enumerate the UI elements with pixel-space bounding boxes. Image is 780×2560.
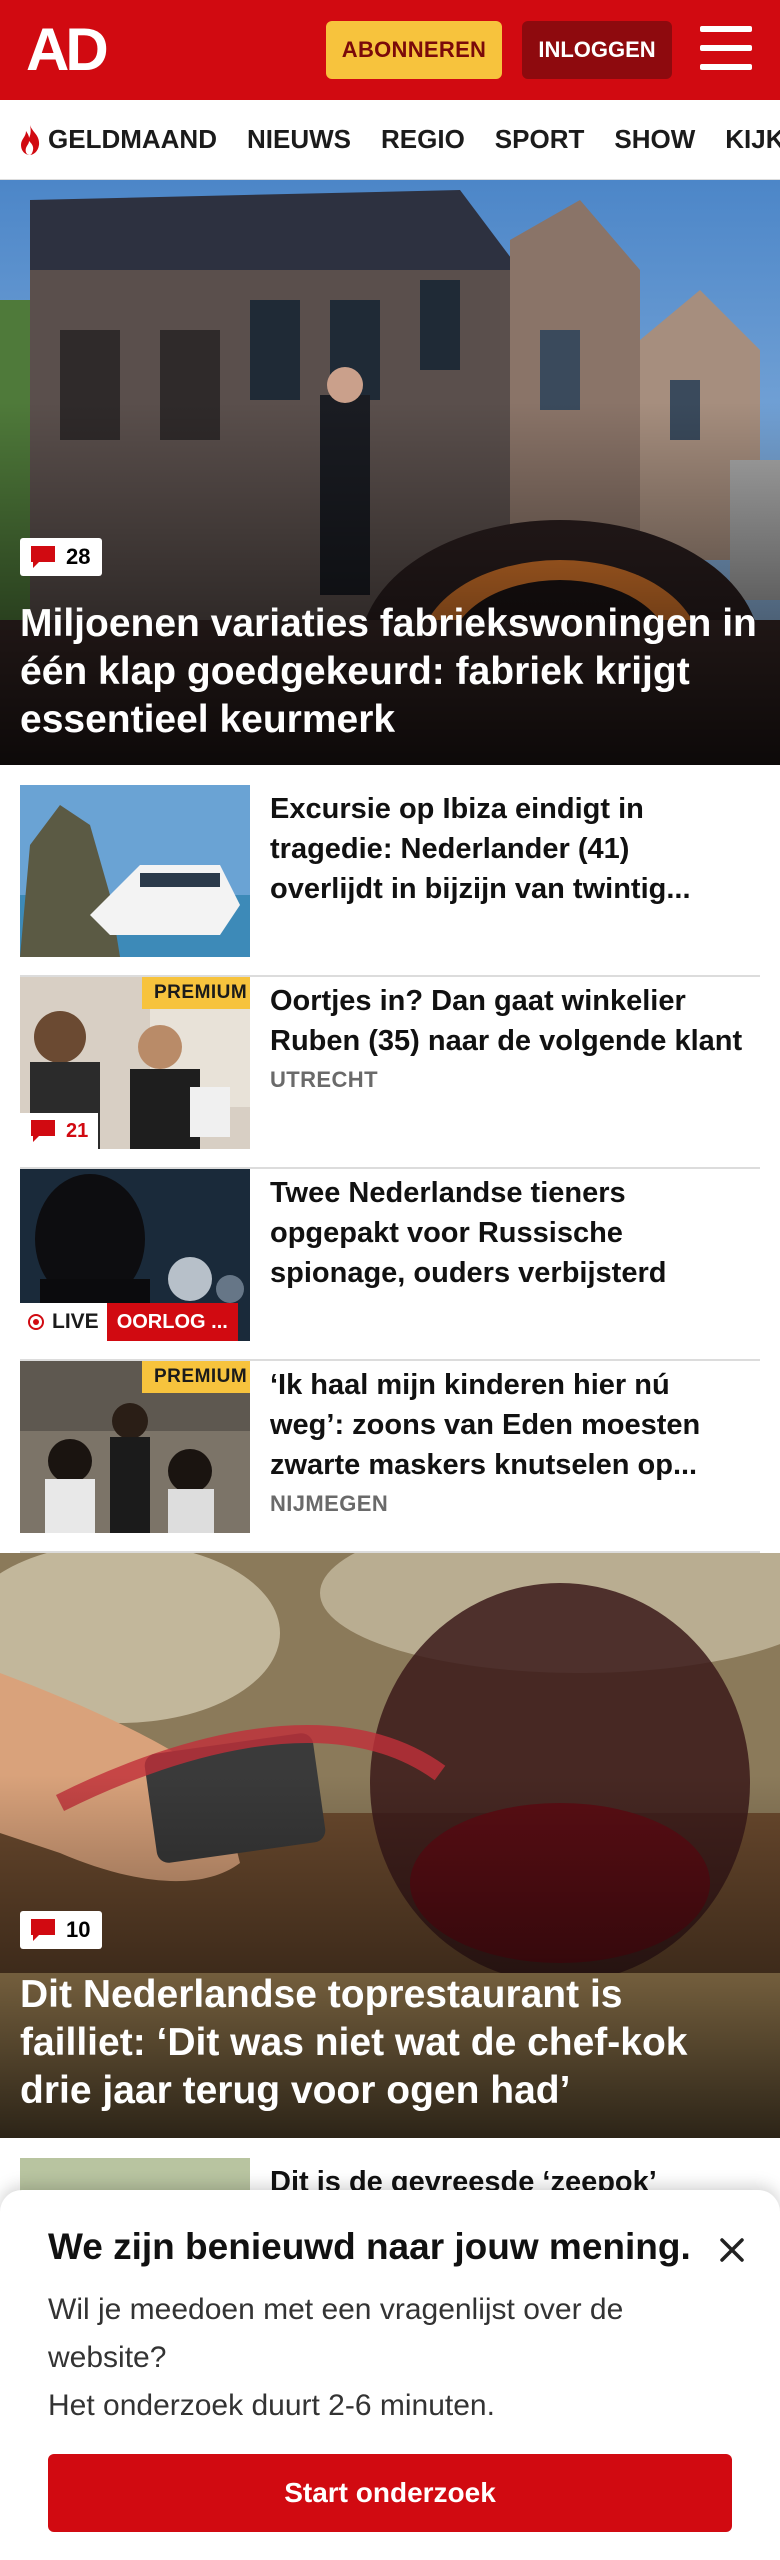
article-title[interactable]: Excursie op Ibiza eindigt in tragedie: N…	[270, 789, 750, 909]
survey-question: Wil je meedoen met een vragenlijst over …	[48, 2293, 624, 2374]
survey-popup: We zijn benieuwd naar jouw mening. Wil j…	[0, 2190, 780, 2560]
ad-logo[interactable]: AD	[26, 20, 116, 78]
article-title[interactable]: Oortjes in? Dan gaat winkelier Ruben (35…	[270, 981, 750, 1061]
premium-badge: PREMIUM	[142, 1361, 250, 1393]
hero-article-housing[interactable]: 28 Miljoenen variaties fabriekswoningen …	[0, 180, 780, 765]
nav-item-nieuws[interactable]: NIEUWS	[247, 124, 351, 155]
article-title[interactable]: Twee Nederlandse tieners opgepakt voor R…	[270, 1173, 750, 1293]
hero-title[interactable]: Dit Nederlandse toprestaurant is faillie…	[20, 1971, 758, 2115]
nav-item-sport[interactable]: SPORT	[495, 124, 585, 155]
nav-item-kijk[interactable]: KIJK	[725, 124, 780, 155]
survey-duration: Het onderzoek duurt 2-6 minuten.	[48, 2389, 495, 2422]
section-nav: GELDMAAND NIEUWS REGIO SPORT SHOW KIJK	[0, 100, 780, 180]
nav-label: GELDMAAND	[48, 124, 217, 154]
live-badge: LIVE	[20, 1303, 107, 1341]
comment-count: 10	[66, 1917, 91, 1942]
menu-icon[interactable]	[700, 26, 752, 74]
nav-item-show[interactable]: SHOW	[614, 124, 695, 155]
live-label: LIVE	[52, 1310, 99, 1333]
article-thumbnail	[20, 785, 250, 957]
comment-count-badge: 21	[20, 1113, 99, 1149]
topic-tag[interactable]: OORLOG ...	[106, 1303, 238, 1341]
flame-icon	[21, 124, 40, 155]
article-title[interactable]: ‘Ik haal mijn kinderen hier nú weg’: zoo…	[270, 1365, 750, 1485]
nav-item-geldmaand[interactable]: GELDMAAND	[18, 124, 217, 156]
top-bar: AD ABONNEREN INLOGGEN	[0, 0, 780, 100]
comment-icon	[31, 546, 55, 568]
live-dot-icon	[28, 1314, 44, 1330]
login-button[interactable]: INLOGGEN	[522, 21, 672, 79]
survey-title: We zijn benieuwd naar jouw mening.	[48, 2226, 691, 2267]
start-survey-button[interactable]: Start onderzoek	[48, 2454, 732, 2532]
comment-icon	[31, 1919, 55, 1941]
close-icon[interactable]	[714, 2232, 750, 2268]
list-item[interactable]: LIVE OORLOG ... Twee Nederlandse tieners…	[20, 1169, 760, 1361]
premium-badge: PREMIUM	[142, 977, 250, 1009]
comment-count: 28	[66, 544, 91, 569]
logo-text: AD	[26, 20, 106, 78]
list-item[interactable]: Excursie op Ibiza eindigt in tragedie: N…	[20, 785, 760, 977]
nav-item-regio[interactable]: REGIO	[381, 124, 465, 155]
hero-article-restaurant[interactable]: 10 Dit Nederlandse toprestaurant is fail…	[0, 1553, 780, 2138]
subscribe-button[interactable]: ABONNEREN	[326, 21, 502, 79]
comment-count: 21	[66, 1119, 89, 1142]
article-location: UTRECHT	[270, 1067, 378, 1092]
comment-count-badge: 10	[20, 1911, 103, 1949]
list-item[interactable]: PREMIUM ‘Ik haal mijn kinderen hier nú w…	[20, 1361, 760, 1553]
hero-title[interactable]: Miljoenen variaties fabriekswoningen in …	[20, 600, 758, 744]
list-item[interactable]: PREMIUM 21 Oortjes in? Dan gaat winkelie…	[20, 977, 760, 1169]
article-location: NIJMEGEN	[270, 1491, 389, 1516]
comment-icon	[31, 1120, 55, 1142]
comment-count-badge: 28	[20, 538, 103, 576]
